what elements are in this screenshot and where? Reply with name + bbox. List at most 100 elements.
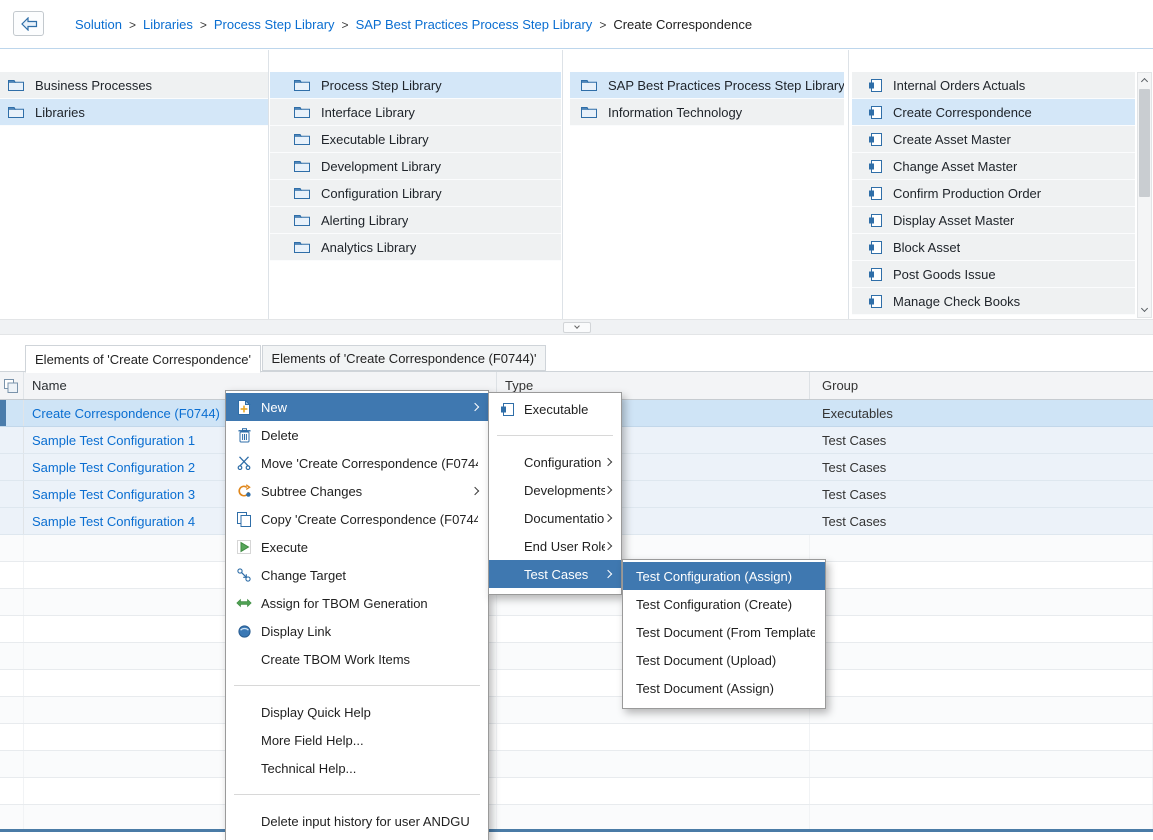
folder-icon (294, 241, 310, 253)
breadcrumb-solution[interactable]: Solution (75, 17, 122, 32)
row-name-link[interactable]: Create Correspondence (F0744) (32, 406, 220, 421)
folder-icon (581, 79, 597, 91)
row-selector[interactable] (0, 454, 24, 480)
tree-item-interface-library[interactable]: Interface Library (270, 99, 561, 126)
row-selector[interactable] (0, 481, 24, 507)
row-selector[interactable] (0, 400, 24, 426)
row-name-link[interactable]: Sample Test Configuration 4 (32, 514, 195, 529)
submenu-item-test-document-from-template[interactable]: Test Document (From Template) (623, 618, 825, 646)
submenu-item-executable[interactable]: Executable (489, 395, 621, 423)
tree-item-configuration-library[interactable]: Configuration Library (270, 180, 561, 207)
tree-item-analytics-library[interactable]: Analytics Library (270, 234, 561, 261)
column-divider (562, 50, 563, 319)
menu-item-technical-help[interactable]: Technical Help... (226, 754, 488, 782)
menu-item-label: End User Roles (524, 539, 605, 554)
folder-icon (294, 106, 310, 118)
breadcrumb-process-step-library[interactable]: Process Step Library (214, 17, 335, 32)
row-name-link[interactable]: Sample Test Configuration 3 (32, 487, 195, 502)
menu-item-label: Display Quick Help (261, 705, 478, 720)
scrollbar[interactable] (1137, 72, 1152, 318)
scrollbar-thumb[interactable] (1139, 89, 1150, 197)
step-item-create-asset-master[interactable]: Create Asset Master (852, 126, 1135, 153)
back-button[interactable] (13, 11, 44, 36)
scroll-up-button[interactable] (1138, 73, 1151, 88)
step-item-post-goods-issue[interactable]: Post Goods Issue (852, 261, 1135, 288)
tree-item-label: Information Technology (608, 105, 742, 120)
menu-item-move[interactable]: Move 'Create Correspondence (F0744)' (226, 449, 488, 477)
tab-elements-of-create-correspondence[interactable]: Elements of 'Create Correspondence' (25, 345, 261, 373)
submenu-item-developments[interactable]: Developments (489, 476, 621, 504)
tree-item-executable-library[interactable]: Executable Library (270, 126, 561, 153)
menu-item-display-link[interactable]: Display Link (226, 617, 488, 645)
row-name-link[interactable]: Sample Test Configuration 1 (32, 433, 195, 448)
step-item-internal-orders-actuals[interactable]: Internal Orders Actuals (852, 72, 1135, 99)
trash-icon (234, 428, 254, 443)
menu-item-subtree-changes[interactable]: Subtree Changes (226, 477, 488, 505)
step-item-label: Display Asset Master (893, 213, 1014, 228)
submenu-item-test-configuration-assign[interactable]: Test Configuration (Assign) (623, 562, 825, 590)
step-item-manage-check-books[interactable]: Manage Check Books (852, 288, 1135, 315)
column-header-group[interactable]: Group (810, 372, 1153, 399)
menu-item-label: Documentation (524, 511, 605, 526)
tab-elements-of-create-correspondence-f0744[interactable]: Elements of 'Create Correspondence (F074… (262, 345, 546, 371)
select-all-header[interactable] (0, 372, 24, 399)
step-item-display-asset-master[interactable]: Display Asset Master (852, 207, 1135, 234)
breadcrumb-sap-best-practices[interactable]: SAP Best Practices Process Step Library (356, 17, 593, 32)
tree-item-business-processes[interactable]: Business Processes (0, 72, 268, 99)
row-selector[interactable] (0, 427, 24, 453)
column-browser: Business Processes Libraries Process Ste… (0, 50, 1153, 319)
row-group-cell: Test Cases (810, 427, 1153, 453)
executable-icon (869, 295, 882, 308)
row-selector[interactable] (0, 508, 24, 534)
panel-root: Business Processes Libraries (0, 72, 268, 126)
submenu-item-test-configuration-create[interactable]: Test Configuration (Create) (623, 590, 825, 618)
step-item-confirm-production-order[interactable]: Confirm Production Order (852, 180, 1135, 207)
tree-item-development-library[interactable]: Development Library (270, 153, 561, 180)
folder-icon (294, 160, 310, 172)
submenu-item-configuration[interactable]: Configuration (489, 448, 621, 476)
window-footer-line (0, 829, 1153, 832)
row-name-link[interactable]: Sample Test Configuration 2 (32, 460, 195, 475)
tree-item-libraries[interactable]: Libraries (0, 99, 268, 126)
empty-row (0, 724, 1153, 751)
tree-item-information-technology[interactable]: Information Technology (570, 99, 844, 126)
menu-item-assign-for-tbom-generation[interactable]: Assign for TBOM Generation (226, 589, 488, 617)
step-item-change-asset-master[interactable]: Change Asset Master (852, 153, 1135, 180)
menu-item-label: Delete (261, 428, 478, 443)
menu-item-label: Create TBOM Work Items (261, 652, 478, 667)
submenu-item-test-document-upload[interactable]: Test Document (Upload) (623, 646, 825, 674)
menu-item-new[interactable]: New (226, 393, 488, 421)
executable-icon (869, 268, 882, 281)
menu-item-execute[interactable]: Execute (226, 533, 488, 561)
breadcrumb-separator: > (599, 18, 606, 32)
breadcrumb-libraries[interactable]: Libraries (143, 17, 193, 32)
step-item-create-correspondence[interactable]: Create Correspondence (852, 99, 1135, 126)
menu-item-label: Test Configuration (Assign) (636, 569, 815, 584)
submenu-item-test-document-assign[interactable]: Test Document (Assign) (623, 674, 825, 702)
new-submenu: Executable Configuration Developments Do… (488, 392, 622, 595)
submenu-item-documentation[interactable]: Documentation (489, 504, 621, 532)
menu-item-label: Copy 'Create Correspondence (F0744)' (261, 512, 478, 527)
menu-item-display-quick-help[interactable]: Display Quick Help (226, 698, 488, 726)
breadcrumb-separator: > (129, 18, 136, 32)
row-group-text: Executables (822, 406, 893, 421)
submenu-item-end-user-roles[interactable]: End User Roles (489, 532, 621, 560)
tree-item-alerting-library[interactable]: Alerting Library (270, 207, 561, 234)
folder-icon (294, 214, 310, 226)
row-group-text: Test Cases (822, 433, 886, 448)
menu-item-copy[interactable]: Copy 'Create Correspondence (F0744)' (226, 505, 488, 533)
overlapping-squares-icon (4, 379, 18, 393)
menu-item-delete-input-history[interactable]: Delete input history for user ANDGU (226, 807, 488, 835)
scroll-down-button[interactable] (1138, 302, 1151, 317)
collapse-panel-button[interactable] (563, 322, 591, 333)
menu-item-more-field-help[interactable]: More Field Help... (226, 726, 488, 754)
step-item-block-asset[interactable]: Block Asset (852, 234, 1135, 261)
splitter-bar[interactable] (0, 319, 1153, 335)
menu-item-delete[interactable]: Delete (226, 421, 488, 449)
menu-item-change-target[interactable]: Change Target (226, 561, 488, 589)
menu-item-create-tbom-work-items[interactable]: Create TBOM Work Items (226, 645, 488, 673)
scissors-icon (234, 456, 254, 470)
submenu-item-test-cases[interactable]: Test Cases (489, 560, 621, 588)
tree-item-sap-best-practices[interactable]: SAP Best Practices Process Step Library (570, 72, 844, 99)
tree-item-process-step-library[interactable]: Process Step Library (270, 72, 561, 99)
